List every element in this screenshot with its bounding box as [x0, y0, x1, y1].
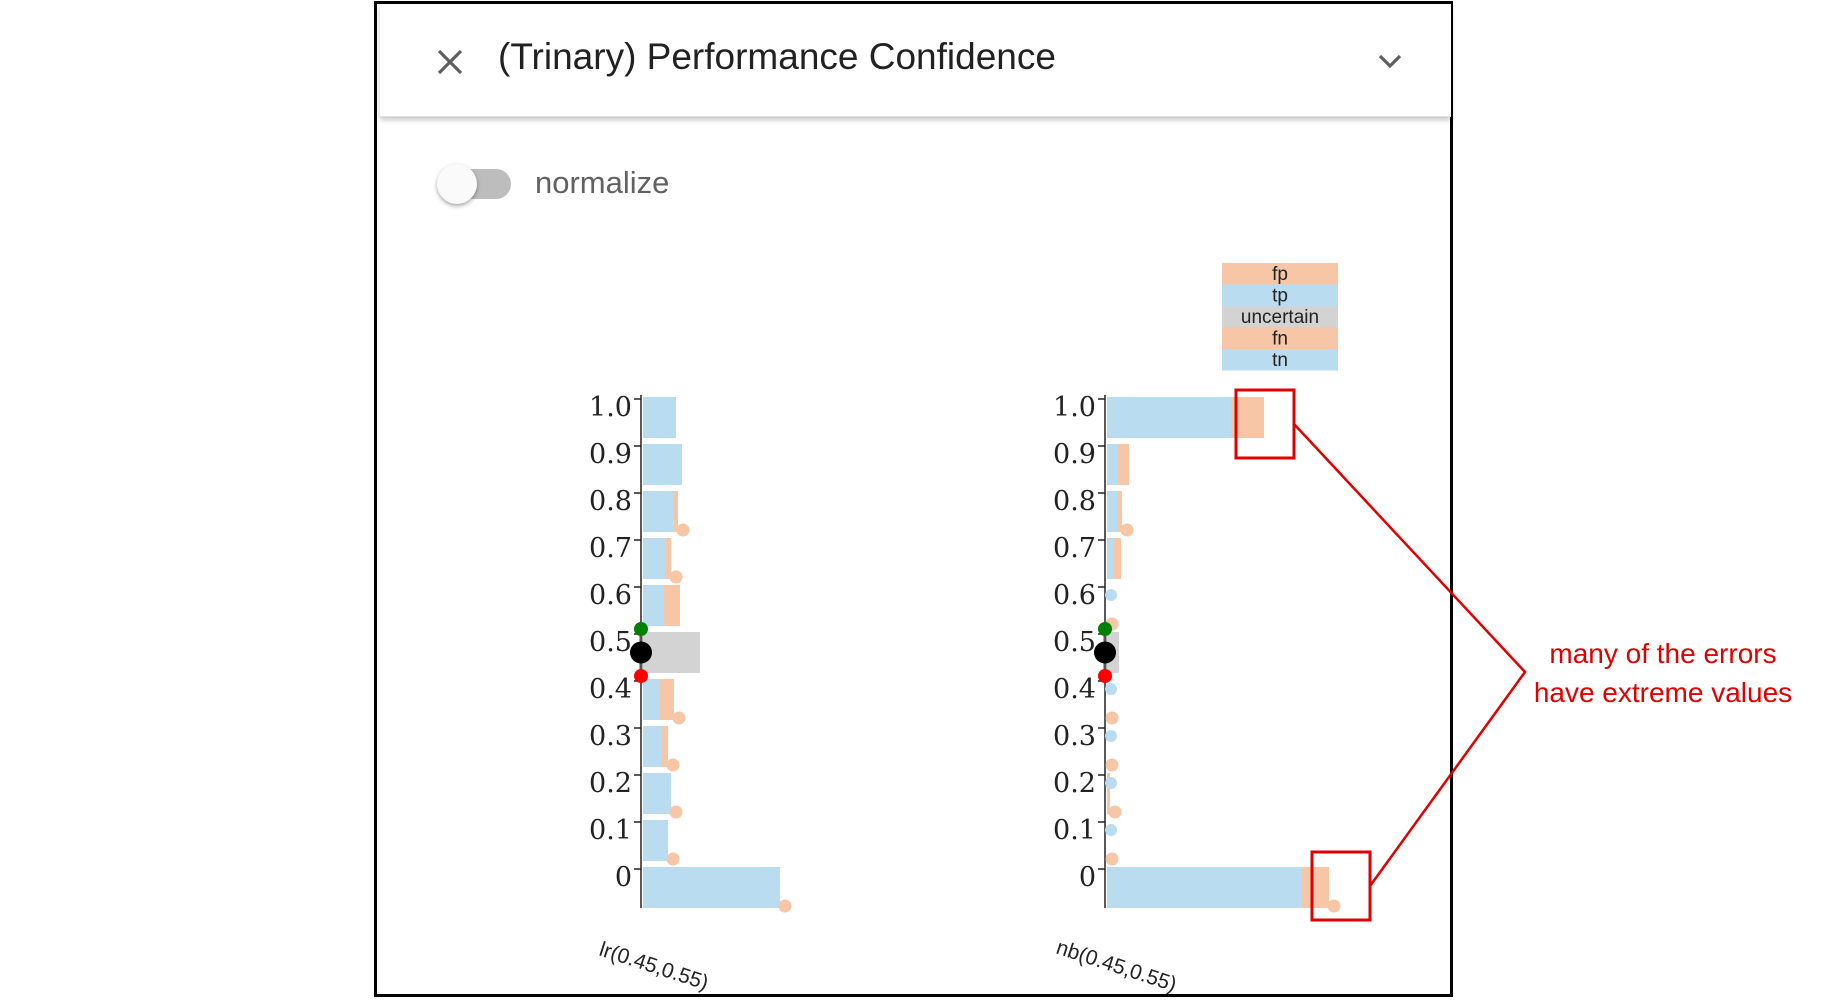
bar-correct	[643, 585, 664, 626]
bar-error	[660, 679, 674, 720]
chart-area: 1.0 0.9 0.8 0.7 0.6 0.5 0.4 0.3 0.2 0.1 0 lr(0.45,0…	[589, 263, 1792, 996]
bar-correct	[643, 726, 662, 767]
legend-label-uncertain: uncertain	[1241, 307, 1319, 328]
x-axis-label: nb(0.45,0.55)	[1053, 936, 1179, 996]
bar-error	[1114, 538, 1121, 579]
error-dot	[666, 758, 680, 772]
y-tick-label: 0.6	[1053, 580, 1096, 611]
y-tick-label: 0.5	[589, 627, 632, 658]
annotation-line-2: have extreme values	[1534, 677, 1792, 708]
y-tick-label: 0.8	[1053, 486, 1096, 517]
correct-dot	[1105, 683, 1117, 695]
correct-dot	[1105, 730, 1117, 742]
bar-correct	[643, 679, 660, 720]
bar-error	[1117, 491, 1122, 532]
chart-nb: 1.0 0.9 0.8 0.7 0.6 0.5 0.4 0.3 0.2 0.1 0 nb(0.45,0…	[1053, 392, 1341, 996]
chart-lr: 1.0 0.9 0.8 0.7 0.6 0.5 0.4 0.3 0.2 0.1 0 lr(0.45,0…	[589, 392, 792, 995]
error-dot	[666, 852, 680, 866]
bar-error	[1302, 867, 1329, 908]
bar-correct	[643, 867, 780, 908]
upper-threshold-marker	[634, 622, 648, 636]
y-tick-label: 0	[615, 862, 632, 893]
bar-correct	[643, 397, 676, 438]
bar-error	[674, 491, 678, 532]
y-tick-label: 0.2	[1053, 768, 1096, 799]
y-tick-label: 0.2	[589, 768, 632, 799]
threshold-center-marker	[630, 641, 652, 664]
y-tick-label: 0.6	[589, 580, 632, 611]
y-tick-label: 0.5	[1053, 627, 1096, 658]
figure: (Trinary) Performance Confidence normali…	[0, 0, 1823, 1004]
bar-correct	[1107, 491, 1117, 532]
legend: fptpuncertainfntn	[1222, 263, 1338, 371]
bar-correct	[1107, 444, 1118, 485]
y-tick-label: 0.8	[589, 486, 632, 517]
annotation-connector	[1293, 423, 1527, 887]
bar-correct	[1107, 867, 1302, 908]
y-tick-label: 0.1	[1053, 815, 1096, 846]
y-tick-label: 0.9	[589, 439, 632, 470]
bar-error	[1118, 444, 1129, 485]
error-dot	[1105, 758, 1119, 772]
correct-dot	[1105, 589, 1117, 601]
legend-label-fn: fn	[1272, 329, 1288, 350]
error-dot	[669, 805, 683, 819]
lower-threshold-marker	[634, 669, 648, 683]
y-tick-label: 1.0	[1053, 392, 1096, 423]
y-tick-label: 0.7	[589, 533, 632, 564]
y-tick-label: 0.3	[1053, 721, 1096, 752]
bar-error	[662, 726, 668, 767]
bar-correct	[643, 773, 671, 814]
y-tick-label: 0.7	[1053, 533, 1096, 564]
threshold-center-marker	[1094, 641, 1116, 664]
y-tick-label: 0.3	[589, 721, 632, 752]
annotation-layer: many of the errors have extreme values	[1234, 388, 1792, 922]
error-dot	[1327, 899, 1341, 913]
error-dot	[778, 899, 792, 913]
legend-label-tp: tp	[1272, 286, 1288, 307]
error-dot	[676, 523, 690, 537]
bar-correct	[1107, 397, 1231, 438]
lower-threshold-marker	[1098, 669, 1112, 683]
bar-correct	[643, 444, 682, 485]
error-dot	[1105, 711, 1119, 725]
x-axis-label: lr(0.45,0.55)	[596, 938, 711, 995]
error-dot	[1120, 523, 1134, 537]
y-tick-label: 0.9	[1053, 439, 1096, 470]
correct-dot	[1105, 824, 1117, 836]
error-dot	[1105, 852, 1119, 866]
bar-correct	[1107, 538, 1114, 579]
y-tick-label: 1.0	[589, 392, 632, 423]
error-dot	[672, 711, 686, 725]
y-tick-label: 0.1	[589, 815, 632, 846]
bar-error	[664, 585, 680, 626]
y-tick-label: 0.4	[1053, 674, 1096, 705]
correct-dot	[1105, 777, 1117, 789]
bar-correct	[643, 491, 674, 532]
legend-label-tn: tn	[1272, 350, 1288, 371]
error-dot	[1108, 805, 1122, 819]
bar-error	[666, 538, 671, 579]
y-tick-label: 0	[1079, 862, 1096, 893]
legend-label-fp: fp	[1272, 264, 1288, 285]
error-dot	[669, 570, 683, 584]
bar-correct	[643, 820, 668, 861]
bar-correct	[643, 538, 666, 579]
upper-threshold-marker	[1098, 622, 1112, 636]
y-tick-label: 0.4	[589, 674, 632, 705]
annotation-line-1: many of the errors	[1549, 638, 1776, 669]
